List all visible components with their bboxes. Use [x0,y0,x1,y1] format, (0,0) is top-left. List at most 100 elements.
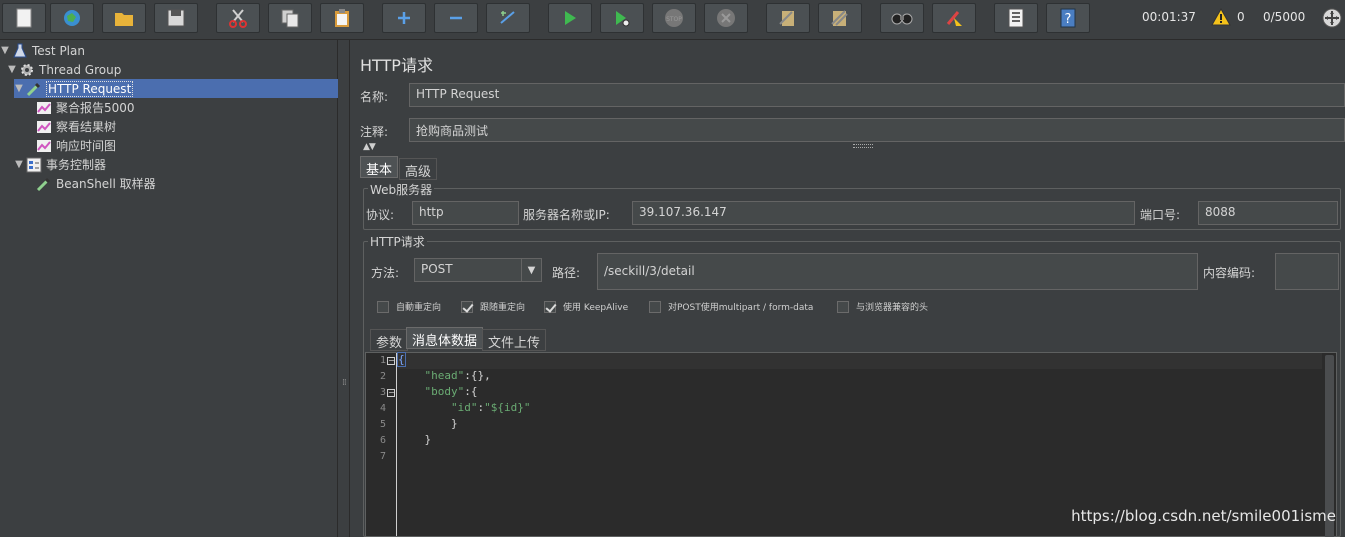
panel-splitter[interactable] [338,40,350,537]
dropdown-arrow-icon[interactable]: ▼ [521,259,541,281]
http-request-title: HTTP请求 [368,233,427,250]
tree-item-http-request[interactable]: ▼ HTTP Request [14,79,338,98]
checkbox-box[interactable] [649,300,661,313]
keepalive-checkbox[interactable]: 使用 KeepAlive [544,300,628,313]
checkbox-box[interactable] [377,300,389,313]
tree-item-response-time-graph[interactable]: 响应时间图 [36,136,116,155]
collapse-triangle-icon[interactable]: ▼ [14,83,24,94]
templates-icon[interactable] [50,3,94,33]
reset-search-icon[interactable] [932,3,976,33]
toolbar: STOP ? 00:01:37 0 0/5000 [0,0,1345,40]
tab-advanced[interactable]: 高级 [399,158,438,180]
svg-text:STOP: STOP [666,16,682,23]
code-line: { [397,352,1322,369]
line-number: 4 [379,403,386,414]
copy-icon[interactable] [268,3,312,33]
tab-file-upload[interactable]: 文件上传 [482,329,547,351]
gear-icon [19,62,35,78]
flask-icon [12,43,28,59]
page-title: HTTP请求 [360,56,433,75]
chart-icon [36,119,52,135]
start-icon[interactable] [548,3,592,33]
path-label: 路径: [552,266,581,280]
server-field[interactable]: 39.107.36.147 [632,201,1135,225]
collapse-arrows-icon[interactable]: ▲▼ [363,142,376,152]
pipette-icon [26,81,42,97]
chart-icon [36,138,52,154]
code-line: "head":{}, [424,369,491,382]
browser-headers-checkbox[interactable]: 与浏览器兼容的头 [837,300,928,313]
port-field[interactable]: 8088 [1198,201,1338,225]
help-icon[interactable]: ? [1046,3,1090,33]
function-helper-icon[interactable] [994,3,1038,33]
code-line: } [398,417,458,430]
elapsed-timer: 00:01:37 [1142,10,1196,24]
tree-item-beanshell-sampler[interactable]: BeanShell 取样器 [36,174,156,193]
active-threads: 0/5000 [1263,10,1306,24]
method-value: POST [421,262,453,276]
resize-grip-icon[interactable] [853,144,873,148]
tree-item-thread-group[interactable]: ▼ Thread Group [7,60,121,79]
method-select[interactable]: POST ▼ [414,258,542,282]
toggle-icon[interactable] [486,3,530,33]
shutdown-icon[interactable] [704,3,748,33]
clear-icon[interactable] [766,3,810,33]
search-icon[interactable] [880,3,924,33]
clear-all-icon[interactable] [818,3,862,33]
fold-minus-icon[interactable]: − [387,357,395,365]
code-line: "id":"${id}" [450,401,531,414]
follow-redirect-checkbox[interactable]: 跟随重定向 [461,300,525,313]
name-field[interactable]: HTTP Request [409,83,1345,107]
name-label: 名称: [360,90,389,104]
tab-body-data[interactable]: 消息体数据 [406,327,484,349]
collapse-triangle-icon[interactable]: ▼ [0,45,10,56]
watermark: https://blog.csdn.net/smile001isme [1071,507,1336,525]
line-number: 2 [379,371,386,382]
save-icon[interactable] [154,3,198,33]
paste-icon[interactable] [320,3,364,33]
line-number: 5 [379,419,386,430]
line-number: 3 [379,387,386,398]
comment-field[interactable]: 抢购商品测试 [409,118,1345,142]
warning-count: 0 [1237,10,1245,24]
checkbox-box[interactable] [837,300,849,313]
open-icon[interactable] [102,3,146,33]
protocol-field[interactable]: http [412,201,519,225]
line-number: 1 [379,355,386,366]
code-line: "body":{ [424,385,478,398]
collapse-triangle-icon[interactable]: ▼ [14,159,24,170]
collapse-all-icon[interactable] [434,3,478,33]
new-icon[interactable] [2,3,46,33]
comment-label: 注释: [360,125,389,139]
sampler-panel: HTTP请求 名称: HTTP Request 注释: 抢购商品测试 ▲▼ 基本… [351,40,1345,537]
test-plan-tree: ▼ Test Plan ▼ Thread Group ▼ HTTP Reques… [0,40,338,537]
line-number: 6 [379,435,386,446]
line-number: 7 [379,451,386,462]
tab-basic[interactable]: 基本 [360,156,399,178]
tree-item-transaction-controller[interactable]: ▼ 事务控制器 [14,155,106,174]
checkbox-box[interactable] [461,300,473,313]
server-label: 服务器名称或IP: [523,208,610,222]
fold-minus-icon[interactable]: − [387,389,395,397]
multipart-checkbox[interactable]: 对POST使用multipart / form-data [649,300,813,313]
splitter-grip-icon[interactable]: ⁞⁞ [342,378,347,388]
code-line: } [398,433,432,446]
remote-icon[interactable] [1322,8,1342,31]
expand-all-icon[interactable] [382,3,426,33]
svg-text:?: ? [1065,12,1072,27]
tree-item-aggregate-report[interactable]: 聚合报告5000 [36,98,135,117]
tree-item-view-results-tree[interactable]: 察看结果树 [36,117,116,136]
cut-icon[interactable] [216,3,260,33]
encoding-field[interactable] [1275,253,1339,290]
auto-redirect-checkbox[interactable]: 自動重定向 [377,300,441,313]
path-field[interactable]: /seckill/3/detail [597,253,1198,290]
stop-icon[interactable]: STOP [652,3,696,33]
warning-icon[interactable] [1211,7,1231,29]
start-no-pauses-icon[interactable] [600,3,644,33]
checkbox-box[interactable] [544,300,556,313]
tab-parameters[interactable]: 参数 [370,329,409,351]
collapse-triangle-icon[interactable]: ▼ [7,64,17,75]
tree-item-test-plan[interactable]: ▼ Test Plan [0,41,85,60]
line-gutter: 1 − 2 3 − 4 5 6 7 [366,353,397,536]
